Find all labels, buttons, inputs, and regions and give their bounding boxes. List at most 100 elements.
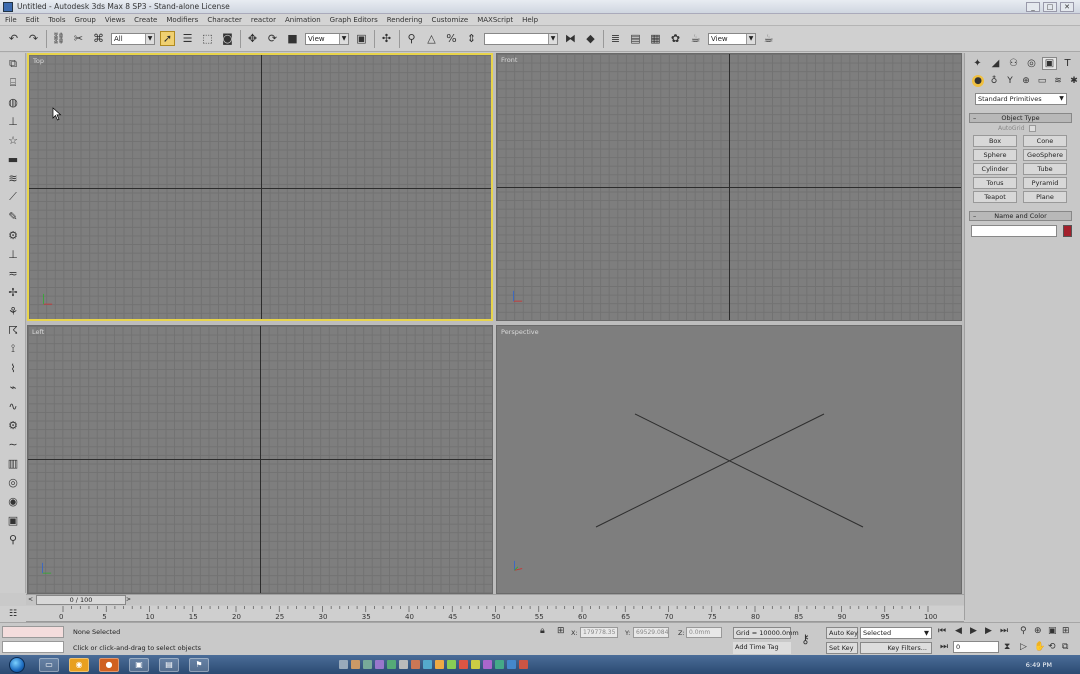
quicklaunch-icon[interactable] [471, 660, 480, 669]
quicklaunch-icon[interactable] [411, 660, 420, 669]
menu-maxscript[interactable]: MAXScript [477, 16, 513, 24]
select-and-link-icon[interactable]: ⛓ [51, 31, 66, 46]
add-time-tag-button[interactable]: Add Time Tag [733, 642, 791, 654]
viewport-label[interactable]: Left [32, 328, 44, 336]
key-mode-toggle-icon[interactable]: ⏭ [940, 642, 948, 652]
redo-icon[interactable]: ↷ [26, 31, 41, 46]
spacewarps-icon[interactable]: ≋ [1052, 75, 1064, 87]
browser-taskbar-icon[interactable]: ◉ [69, 657, 89, 672]
unlink-icon[interactable]: ✂ [71, 31, 86, 46]
time-slider-thumb[interactable]: 0 / 100 [36, 595, 126, 605]
create-tab-icon[interactable]: ✦ [970, 57, 985, 70]
create-spacewarp-icon[interactable]: ≂ [5, 265, 21, 281]
create-particle-icon[interactable]: ✎ [5, 208, 21, 224]
select-by-name-icon[interactable]: ☰ [180, 31, 195, 46]
menu-rendering[interactable]: Rendering [387, 16, 423, 24]
menu-character[interactable]: Character [207, 16, 242, 24]
utilities-tab-icon[interactable]: T [1060, 57, 1075, 70]
rectangular-selection-icon[interactable]: ⬚ [200, 31, 215, 46]
zoom-extents-all-icon[interactable]: ⊞ [1062, 626, 1070, 636]
box-button[interactable]: Box [973, 135, 1017, 147]
name-and-color-rollout-header[interactable]: – Name and Color [969, 211, 1072, 221]
reference-coordinate-dropdown[interactable]: View ▼ [305, 32, 349, 45]
3dsmax-taskbar-icon[interactable]: ▣ [129, 657, 149, 672]
autogrid-checkbox[interactable] [1028, 125, 1036, 132]
quicklaunch-icon[interactable] [387, 660, 396, 669]
viewport-label[interactable]: Front [501, 56, 517, 64]
maxscript-output[interactable] [2, 641, 64, 653]
modifier-twist-icon[interactable]: ⌇ [5, 360, 21, 376]
menu-reactor[interactable]: reactor [251, 16, 276, 24]
close-button[interactable]: ✕ [1060, 1, 1074, 12]
cone-button[interactable]: Cone [1023, 135, 1067, 147]
key-filters-button[interactable]: Key Filters... [860, 642, 932, 654]
snap-toggle-icon[interactable]: ⚲ [404, 31, 419, 46]
select-and-scale-icon[interactable]: ■ [285, 31, 300, 46]
geosphere-button[interactable]: GeoSphere [1023, 149, 1067, 161]
bind-space-warp-icon[interactable]: ⌘ [91, 31, 106, 46]
quicklaunch-icon[interactable] [435, 660, 444, 669]
menu-edit[interactable]: Edit [26, 16, 40, 24]
pyramid-button[interactable]: Pyramid [1023, 177, 1067, 189]
create-gear-icon[interactable]: ⚙ [5, 227, 21, 243]
go-to-end-icon[interactable]: ⏭ [1000, 626, 1008, 636]
menu-animation[interactable]: Animation [285, 16, 321, 24]
modifier-shell-icon[interactable]: ◎ [5, 474, 21, 490]
object-category-dropdown[interactable]: Standard Primitives ▼ [975, 93, 1067, 105]
quicklaunch-icon[interactable] [363, 660, 372, 669]
time-slider-next[interactable]: > [126, 596, 134, 605]
render-scene-icon[interactable]: ☕ [688, 31, 703, 46]
quicklaunch-icon[interactable] [447, 660, 456, 669]
quicklaunch-icon[interactable] [339, 660, 348, 669]
menu-views[interactable]: Views [105, 16, 125, 24]
modifier-bend-icon[interactable]: ☈ [5, 322, 21, 338]
go-to-start-icon[interactable]: ⏮ [938, 626, 946, 636]
quicklaunch-icon[interactable] [495, 660, 504, 669]
select-and-move-icon[interactable]: ✥ [245, 31, 260, 46]
play-icon[interactable]: ▶ [970, 626, 977, 636]
quicklaunch-icon[interactable] [519, 660, 528, 669]
render-frame-icon[interactable]: ▣ [5, 512, 21, 528]
spinner-snap-icon[interactable]: ⇕ [464, 31, 479, 46]
auto-key-button[interactable]: Auto Key [826, 627, 858, 639]
maxscript-listener-input[interactable] [2, 626, 64, 638]
menu-group[interactable]: Group [75, 16, 96, 24]
modifier-ffd-icon[interactable]: ⚙ [5, 417, 21, 433]
tube-button[interactable]: Tube [1023, 163, 1067, 175]
viewport-perspective[interactable]: Perspective [496, 325, 962, 594]
time-configuration-icon[interactable]: ⧗ [1004, 642, 1010, 652]
set-key-button[interactable]: Set Key [826, 642, 858, 654]
cameras-icon[interactable]: ⊕ [1020, 75, 1032, 87]
viewport-left[interactable]: Left [27, 325, 493, 594]
field-of-view-icon[interactable]: ▷ [1020, 642, 1027, 652]
modifier-noise-icon[interactable]: ⌁ [5, 379, 21, 395]
track-bar[interactable]: 0 5 10 15 20 25 30 35 40 45 50 55 60 65 70 75 80 85 90 95 10… [26, 606, 964, 622]
zoom-icon[interactable]: ⚲ [5, 531, 21, 547]
menu-customize[interactable]: Customize [431, 16, 468, 24]
motion-tab-icon[interactable]: ◎ [1024, 57, 1039, 70]
maximize-button[interactable]: □ [1043, 1, 1057, 12]
quicklaunch-icon[interactable] [483, 660, 492, 669]
pan-icon[interactable]: ✋ [1034, 642, 1045, 652]
folder-taskbar-icon[interactable]: ▤ [159, 657, 179, 672]
quicklaunch-icon[interactable] [351, 660, 360, 669]
start-button[interactable] [9, 656, 25, 673]
quick-render-icon[interactable]: ☕ [761, 31, 776, 46]
key-icon[interactable]: ⚷ [801, 632, 810, 646]
modifier-wave-icon[interactable]: ∼ [5, 436, 21, 452]
torus-button[interactable]: Torus [973, 177, 1017, 189]
minimize-button[interactable]: _ [1026, 1, 1040, 12]
quicklaunch-icon[interactable] [459, 660, 468, 669]
arc-rotate-icon[interactable]: ⟲ [1048, 642, 1056, 652]
menu-graph-editors[interactable]: Graph Editors [330, 16, 378, 24]
z-coordinate-field[interactable]: 0.0mm [686, 627, 722, 638]
create-sphere-icon[interactable]: ◍ [5, 94, 21, 110]
modifier-lattice-icon[interactable]: ▥ [5, 455, 21, 471]
time-slider-prev[interactable]: < [28, 596, 36, 605]
mirror-icon[interactable]: ⧓ [563, 31, 578, 46]
undo-icon[interactable]: ↶ [6, 31, 21, 46]
systems-icon[interactable]: ✱ [1068, 75, 1080, 87]
menu-help[interactable]: Help [522, 16, 538, 24]
teapot-button[interactable]: Teapot [973, 191, 1017, 203]
absolute-mode-icon[interactable]: ⊞ [557, 626, 565, 636]
